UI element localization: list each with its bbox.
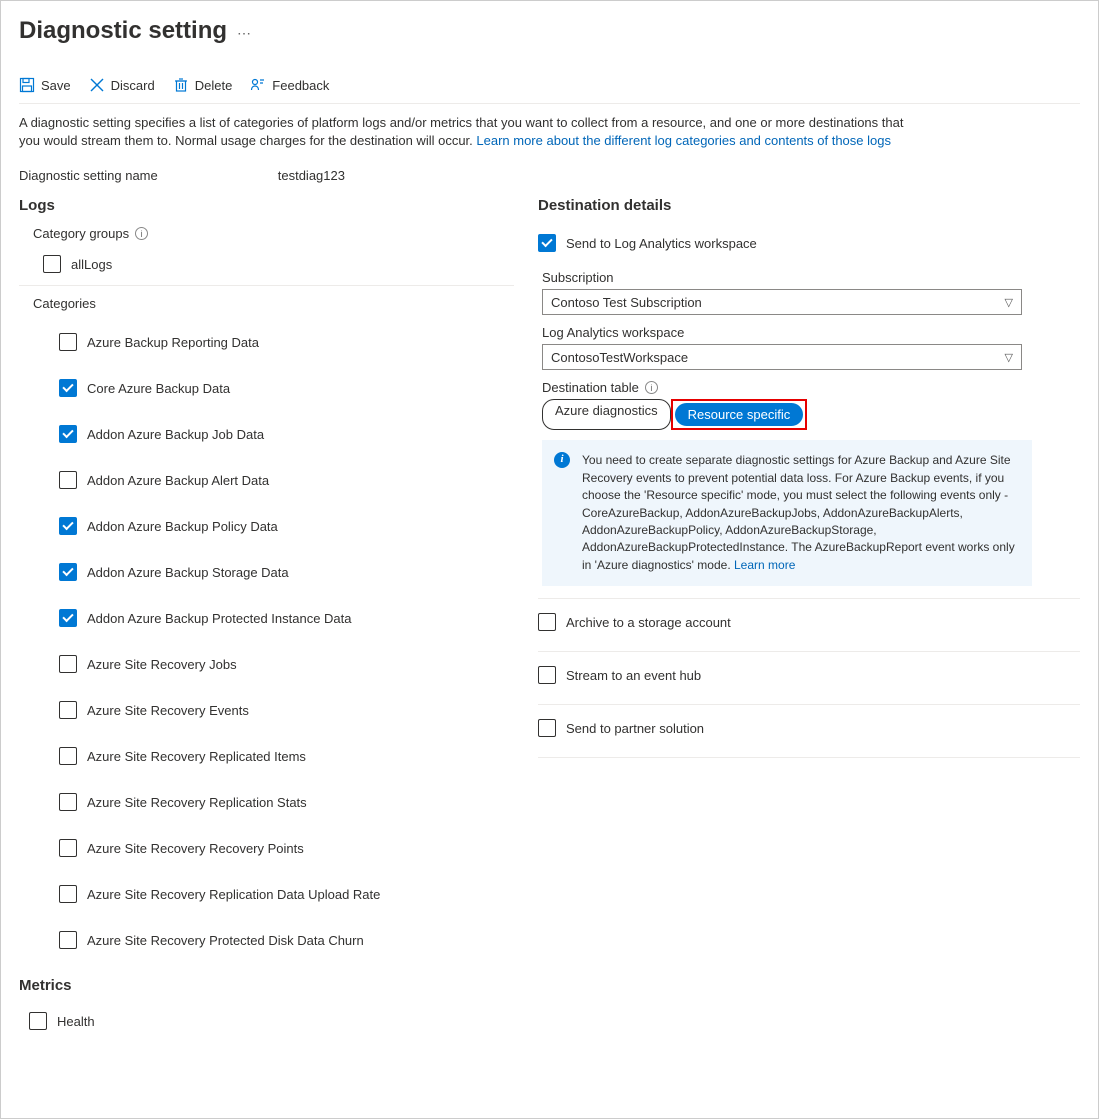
stream-checkbox[interactable]	[538, 666, 556, 684]
category-checkbox[interactable]	[59, 931, 77, 949]
chevron-down-icon: ▽	[1005, 296, 1013, 309]
category-label: Azure Site Recovery Replication Stats	[87, 795, 307, 810]
category-row: Core Azure Backup Data	[59, 365, 514, 411]
description-text: A diagnostic setting specifies a list of…	[19, 114, 919, 150]
category-checkbox[interactable]	[59, 517, 77, 535]
category-groups-label: Category groups	[33, 226, 129, 241]
resource-specific-toggle[interactable]: Resource specific	[675, 403, 804, 426]
all-logs-label: allLogs	[71, 257, 112, 272]
category-checkbox[interactable]	[59, 839, 77, 857]
category-row: Azure Backup Reporting Data	[59, 319, 514, 365]
learn-more-link[interactable]: Learn more about the different log categ…	[476, 133, 891, 148]
category-row: Azure Site Recovery Recovery Points	[59, 825, 514, 871]
category-checkbox[interactable]	[59, 885, 77, 903]
discard-button[interactable]: Discard	[89, 77, 155, 93]
category-checkbox[interactable]	[59, 425, 77, 443]
category-checkbox[interactable]	[59, 563, 77, 581]
category-row: Azure Site Recovery Replicated Items	[59, 733, 514, 779]
category-checkbox[interactable]	[59, 333, 77, 351]
page-title: Diagnostic setting	[19, 17, 227, 45]
info-box: i You need to create separate diagnostic…	[542, 440, 1032, 586]
save-label: Save	[41, 78, 71, 93]
toolbar: Save Discard Delete Feedback	[19, 77, 1080, 104]
category-label: Azure Site Recovery Events	[87, 703, 249, 718]
category-checkbox[interactable]	[59, 655, 77, 673]
feedback-button[interactable]: Feedback	[250, 77, 329, 93]
delete-icon	[173, 77, 189, 93]
stream-label: Stream to an event hub	[566, 668, 701, 683]
delete-label: Delete	[195, 78, 233, 93]
category-label: Addon Azure Backup Alert Data	[87, 473, 269, 488]
category-row: Azure Site Recovery Replication Data Upl…	[59, 871, 514, 917]
save-icon	[19, 77, 35, 93]
categories-label: Categories	[33, 296, 96, 311]
category-label: Azure Site Recovery Replicated Items	[87, 749, 306, 764]
azure-diagnostics-toggle[interactable]: Azure diagnostics	[542, 399, 671, 430]
category-checkbox[interactable]	[59, 747, 77, 765]
subscription-label: Subscription	[542, 270, 1080, 285]
info-icon[interactable]: i	[645, 381, 658, 394]
workspace-value: ContosoTestWorkspace	[551, 350, 688, 365]
category-row: Azure Site Recovery Protected Disk Data …	[59, 917, 514, 963]
info-learn-more-link[interactable]: Learn more	[734, 558, 795, 572]
setting-name-label: Diagnostic setting name	[19, 168, 158, 183]
category-checkbox[interactable]	[59, 793, 77, 811]
category-label: Azure Site Recovery Replication Data Upl…	[87, 887, 380, 902]
more-menu-icon[interactable]: ⋯	[237, 25, 251, 42]
category-checkbox[interactable]	[59, 701, 77, 719]
workspace-select[interactable]: ContosoTestWorkspace ▽	[542, 344, 1022, 370]
category-row: Azure Site Recovery Jobs	[59, 641, 514, 687]
chevron-down-icon: ▽	[1005, 351, 1013, 364]
category-label: Addon Azure Backup Policy Data	[87, 519, 278, 534]
category-row: Addon Azure Backup Protected Instance Da…	[59, 595, 514, 641]
category-row: Addon Azure Backup Job Data	[59, 411, 514, 457]
category-label: Core Azure Backup Data	[87, 381, 230, 396]
subscription-value: Contoso Test Subscription	[551, 295, 702, 310]
category-label: Addon Azure Backup Storage Data	[87, 565, 289, 580]
send-la-checkbox[interactable]	[538, 234, 556, 252]
health-label: Health	[57, 1014, 95, 1029]
workspace-label: Log Analytics workspace	[542, 325, 1080, 340]
discard-label: Discard	[111, 78, 155, 93]
category-row: Azure Site Recovery Replication Stats	[59, 779, 514, 825]
feedback-icon	[250, 77, 266, 93]
delete-button[interactable]: Delete	[173, 77, 233, 93]
category-label: Azure Backup Reporting Data	[87, 335, 259, 350]
partner-label: Send to partner solution	[566, 721, 704, 736]
send-la-label: Send to Log Analytics workspace	[566, 236, 757, 251]
subscription-select[interactable]: Contoso Test Subscription ▽	[542, 289, 1022, 315]
category-row: Addon Azure Backup Alert Data	[59, 457, 514, 503]
archive-label: Archive to a storage account	[566, 615, 731, 630]
category-checkbox[interactable]	[59, 379, 77, 397]
all-logs-checkbox[interactable]	[43, 255, 61, 273]
category-label: Azure Site Recovery Jobs	[87, 657, 237, 672]
setting-name-value[interactable]: testdiag123	[278, 168, 345, 183]
category-label: Azure Site Recovery Recovery Points	[87, 841, 304, 856]
category-checkbox[interactable]	[59, 609, 77, 627]
metrics-heading: Metrics	[19, 977, 514, 994]
health-checkbox[interactable]	[29, 1012, 47, 1030]
category-row: Azure Site Recovery Events	[59, 687, 514, 733]
category-label: Azure Site Recovery Protected Disk Data …	[87, 933, 364, 948]
info-icon[interactable]: i	[135, 227, 148, 240]
save-button[interactable]: Save	[19, 77, 71, 93]
dest-table-label: Destination table	[542, 380, 639, 395]
category-label: Addon Azure Backup Job Data	[87, 427, 264, 442]
category-checkbox[interactable]	[59, 471, 77, 489]
category-row: Addon Azure Backup Storage Data	[59, 549, 514, 595]
feedback-label: Feedback	[272, 78, 329, 93]
category-row: Addon Azure Backup Policy Data	[59, 503, 514, 549]
partner-checkbox[interactable]	[538, 719, 556, 737]
destination-heading: Destination details	[538, 197, 1080, 214]
highlight-box: Resource specific	[671, 399, 808, 430]
discard-icon	[89, 77, 105, 93]
info-icon: i	[554, 452, 570, 468]
archive-checkbox[interactable]	[538, 613, 556, 631]
category-label: Addon Azure Backup Protected Instance Da…	[87, 611, 352, 626]
logs-heading: Logs	[19, 197, 514, 214]
